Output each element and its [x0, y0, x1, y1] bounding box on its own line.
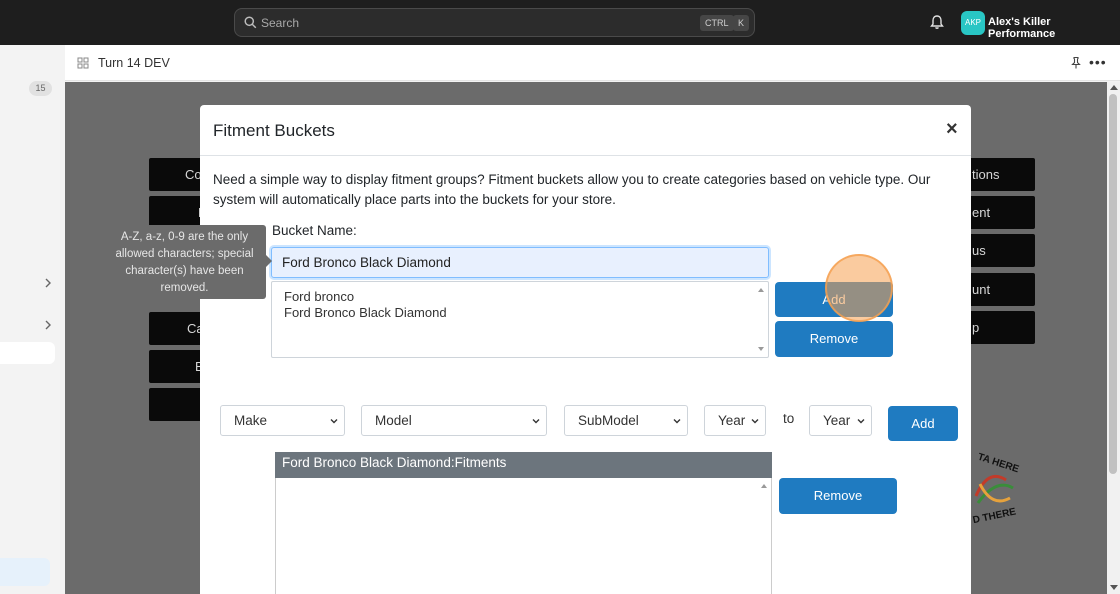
- add-fitment-button[interactable]: Add: [888, 406, 958, 441]
- scroll-down-arrow[interactable]: [1110, 585, 1118, 590]
- chevron-right-icon[interactable]: [42, 277, 54, 289]
- seal-text-bottom: D THERE: [972, 506, 1018, 523]
- chevron-down-icon: [532, 419, 540, 424]
- fitment-buckets-modal: Fitment Buckets × Need a simple way to d…: [200, 105, 971, 594]
- year-to-select[interactable]: Year: [809, 405, 872, 436]
- chevron-right-icon[interactable]: [42, 319, 54, 331]
- pin-icon[interactable]: [1069, 56, 1083, 70]
- model-select-value: Model: [375, 413, 412, 428]
- bucket-name-input[interactable]: [271, 247, 769, 278]
- list-scrollbar[interactable]: [758, 479, 770, 593]
- top-bar: Search CTRL K AKP Alex's Killer Performa…: [0, 0, 1120, 45]
- count-badge: 15: [29, 81, 52, 96]
- app-grid-icon: [77, 57, 89, 69]
- app-header: Turn 14 DEV •••: [65, 45, 1120, 81]
- fitments-header: Ford Bronco Black Diamond:Fitments: [275, 452, 772, 478]
- click-indicator: [825, 254, 893, 322]
- chevron-down-icon: [857, 419, 865, 424]
- list-item[interactable]: Ford Bronco Black Diamond: [284, 305, 447, 320]
- global-search[interactable]: Search CTRL K: [234, 8, 755, 37]
- modal-title: Fitment Buckets: [213, 121, 335, 140]
- scroll-up-arrow[interactable]: [1110, 85, 1118, 90]
- shortcut-k-key: K: [733, 15, 750, 31]
- org-name[interactable]: Alex's Killer Performance: [988, 16, 1120, 40]
- make-select[interactable]: Make: [220, 405, 345, 436]
- scroll-up-arrow[interactable]: [761, 484, 767, 488]
- page-scrollbar[interactable]: [1107, 82, 1120, 594]
- left-sidebar: 15: [0, 45, 65, 594]
- bucket-name-label: Bucket Name:: [272, 223, 357, 238]
- tooltip-arrow: [266, 255, 272, 267]
- scrollbar-thumb[interactable]: [1109, 94, 1117, 474]
- model-select[interactable]: Model: [361, 405, 547, 436]
- chevron-down-icon: [751, 419, 759, 424]
- chevron-down-icon: [673, 419, 681, 424]
- year-from-select[interactable]: Year: [704, 405, 766, 436]
- submodel-select-value: SubModel: [578, 413, 639, 428]
- make-select-value: Make: [234, 413, 268, 428]
- bell-icon[interactable]: [929, 14, 945, 30]
- fitments-list[interactable]: [275, 478, 772, 594]
- scroll-up-arrow[interactable]: [758, 288, 764, 292]
- year-to-select-value: Year: [823, 413, 851, 428]
- list-scrollbar[interactable]: [755, 283, 767, 356]
- shortcut-ctrl-key: CTRL: [700, 15, 734, 31]
- app-title: Turn 14 DEV: [98, 56, 170, 70]
- year-from-select-value: Year: [718, 413, 746, 428]
- search-placeholder: Search: [261, 16, 300, 30]
- list-item[interactable]: Ford bronco: [284, 289, 354, 304]
- modal-header: Fitment Buckets ×: [200, 105, 971, 156]
- seal-text-top: TA HERE: [976, 452, 1020, 476]
- close-icon[interactable]: ×: [946, 118, 958, 141]
- search-icon: [244, 16, 257, 29]
- remove-fitment-button[interactable]: Remove: [779, 478, 897, 514]
- chevron-down-icon: [330, 419, 338, 424]
- to-label: to: [783, 411, 795, 426]
- bucket-list[interactable]: Ford bronco Ford Bronco Black Diamond: [271, 281, 769, 358]
- validation-tooltip: A-Z, a-z, 0-9 are the only allowed chara…: [103, 225, 266, 299]
- sidebar-item-selected[interactable]: [0, 558, 50, 586]
- modal-description: Need a simple way to display fitment gro…: [213, 172, 931, 207]
- org-avatar[interactable]: AKP: [961, 11, 985, 35]
- remove-bucket-button[interactable]: Remove: [775, 321, 893, 357]
- submodel-select[interactable]: SubModel: [564, 405, 688, 436]
- scroll-down-arrow[interactable]: [758, 347, 764, 351]
- sidebar-item[interactable]: [0, 342, 55, 364]
- more-options-icon[interactable]: •••: [1089, 54, 1107, 70]
